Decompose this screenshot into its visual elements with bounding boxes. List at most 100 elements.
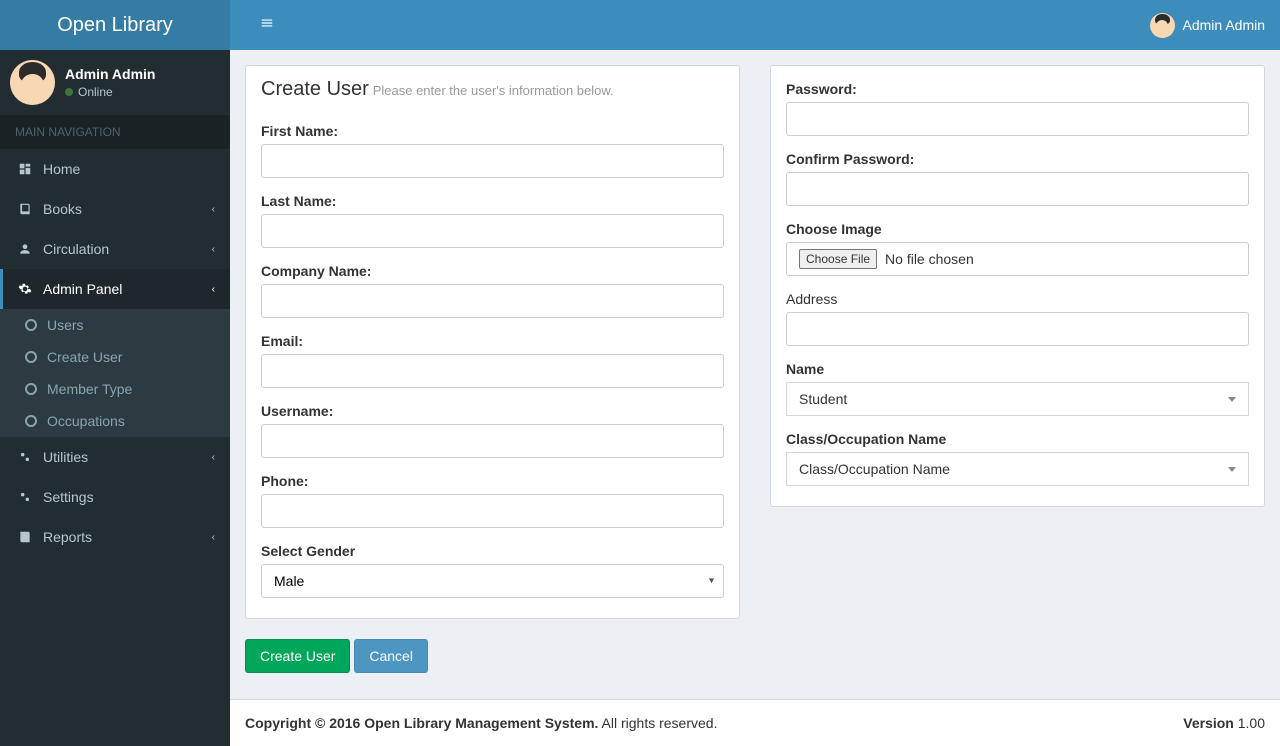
sidebar-user-panel: Admin Admin Online	[0, 50, 230, 115]
circle-icon	[25, 319, 37, 331]
company-name-input[interactable]	[261, 284, 724, 318]
caret-icon	[1228, 467, 1236, 472]
last-name-label: Last Name:	[261, 193, 724, 209]
phone-input[interactable]	[261, 494, 724, 528]
username-input[interactable]	[261, 424, 724, 458]
submenu-label: Member Type	[47, 381, 132, 397]
member-type-value: Student	[799, 391, 847, 407]
circle-icon	[25, 351, 37, 363]
navbar-user-name: Admin Admin	[1183, 17, 1265, 33]
sidebar-item-home[interactable]: Home	[0, 149, 230, 189]
phone-label: Phone:	[261, 473, 724, 489]
sidebar-item-label: Reports	[43, 529, 92, 545]
submenu-label: Create User	[47, 349, 122, 365]
sidebar-item-label: Circulation	[43, 241, 109, 257]
submenu-label: Users	[47, 317, 84, 333]
submenu-item-occupations[interactable]: Occupations	[0, 405, 230, 437]
first-name-label: First Name:	[261, 123, 724, 139]
company-name-label: Company Name:	[261, 263, 724, 279]
sidebar-item-label: Books	[43, 201, 82, 217]
last-name-input[interactable]	[261, 214, 724, 248]
sidebar-user-status: Online	[65, 85, 155, 99]
chevron-left-icon: ‹	[212, 204, 215, 215]
username-label: Username:	[261, 403, 724, 419]
book-icon	[15, 530, 35, 544]
member-name-label: Name	[786, 361, 1249, 377]
chevron-left-icon: ‹	[212, 452, 215, 463]
submenu-item-users[interactable]: Users	[0, 309, 230, 341]
create-user-form-box-left: Create User Please enter the user's info…	[245, 65, 740, 619]
cancel-button[interactable]: Cancel	[354, 639, 428, 673]
submenu-item-create-user[interactable]: Create User	[0, 341, 230, 373]
page-title: Create User	[261, 78, 369, 100]
sidebar-item-label: Settings	[43, 489, 94, 505]
avatar	[10, 60, 55, 105]
gender-select[interactable]: Male	[261, 564, 724, 598]
user-icon	[15, 242, 35, 256]
class-occupation-value: Class/Occupation Name	[799, 461, 950, 477]
circle-icon	[25, 415, 37, 427]
submenu-label: Occupations	[47, 413, 125, 429]
footer-copyright-bold: Copyright © 2016 Open Library Management…	[245, 715, 598, 731]
gears-icon	[15, 450, 35, 464]
avatar	[1150, 13, 1175, 38]
app-name: Open Library	[57, 14, 173, 37]
circle-icon	[25, 383, 37, 395]
main-header: Open Library Admin Admin	[0, 0, 1280, 50]
submenu-item-member-type[interactable]: Member Type	[0, 373, 230, 405]
chevron-left-icon: ‹	[212, 244, 215, 255]
address-label: Address	[786, 291, 1249, 307]
nav-section-header: MAIN NAVIGATION	[0, 115, 230, 149]
content-wrapper: Create User Please enter the user's info…	[230, 50, 1280, 699]
sidebar-toggle-button[interactable]	[245, 1, 289, 50]
class-occupation-select[interactable]: Class/Occupation Name	[786, 452, 1249, 486]
choose-file-button[interactable]: Choose File	[799, 249, 877, 269]
gender-label: Select Gender	[261, 543, 724, 559]
password-input[interactable]	[786, 102, 1249, 136]
book-icon	[15, 202, 35, 216]
confirm-password-label: Confirm Password:	[786, 151, 1249, 167]
admin-submenu: Users Create User Member Type Occupation…	[0, 309, 230, 437]
gears-icon	[15, 490, 35, 504]
sidebar-menu: Home Books ‹ Circulation ‹	[0, 149, 230, 557]
sidebar-item-utilities[interactable]: Utilities ‹	[0, 437, 230, 477]
app-logo[interactable]: Open Library	[0, 0, 230, 50]
sidebar-item-label: Admin Panel	[43, 281, 122, 297]
sidebar-item-reports[interactable]: Reports ‹	[0, 517, 230, 557]
address-input[interactable]	[786, 312, 1249, 346]
sidebar-user-name: Admin Admin	[65, 66, 155, 82]
caret-icon	[1228, 397, 1236, 402]
hamburger-icon	[260, 16, 274, 30]
choose-image-label: Choose Image	[786, 221, 1249, 237]
email-label: Email:	[261, 333, 724, 349]
class-occupation-label: Class/Occupation Name	[786, 431, 1249, 447]
file-status-text: No file chosen	[885, 251, 974, 267]
footer-copyright-text: All rights reserved.	[598, 715, 717, 731]
email-input[interactable]	[261, 354, 724, 388]
main-footer: Copyright © 2016 Open Library Management…	[230, 699, 1280, 746]
sidebar-item-label: Home	[43, 161, 80, 177]
sidebar-item-label: Utilities	[43, 449, 88, 465]
gear-icon	[15, 282, 35, 296]
create-user-form-box-right: Password: Confirm Password: Choose Image	[770, 65, 1265, 507]
sidebar-item-books[interactable]: Books ‹	[0, 189, 230, 229]
sidebar: Admin Admin Online MAIN NAVIGATION Home …	[0, 50, 230, 746]
footer-version-label: Version	[1183, 715, 1234, 731]
top-navbar: Admin Admin	[230, 0, 1280, 50]
first-name-input[interactable]	[261, 144, 724, 178]
dashboard-icon	[15, 162, 35, 176]
chevron-left-icon: ‹	[212, 532, 215, 543]
chevron-left-icon: ‹	[212, 284, 215, 295]
password-label: Password:	[786, 81, 1249, 97]
sidebar-item-admin-panel[interactable]: Admin Panel ‹	[0, 269, 230, 309]
footer-version: 1.00	[1234, 715, 1265, 731]
status-dot-icon	[65, 88, 73, 96]
member-type-select[interactable]: Student	[786, 382, 1249, 416]
create-user-button[interactable]: Create User	[245, 639, 350, 673]
sidebar-item-settings[interactable]: Settings	[0, 477, 230, 517]
page-subtitle: Please enter the user's information belo…	[373, 83, 614, 98]
confirm-password-input[interactable]	[786, 172, 1249, 206]
sidebar-item-circulation[interactable]: Circulation ‹	[0, 229, 230, 269]
file-input[interactable]: Choose File No file chosen	[786, 242, 1249, 276]
navbar-user-menu[interactable]: Admin Admin	[1150, 13, 1265, 38]
